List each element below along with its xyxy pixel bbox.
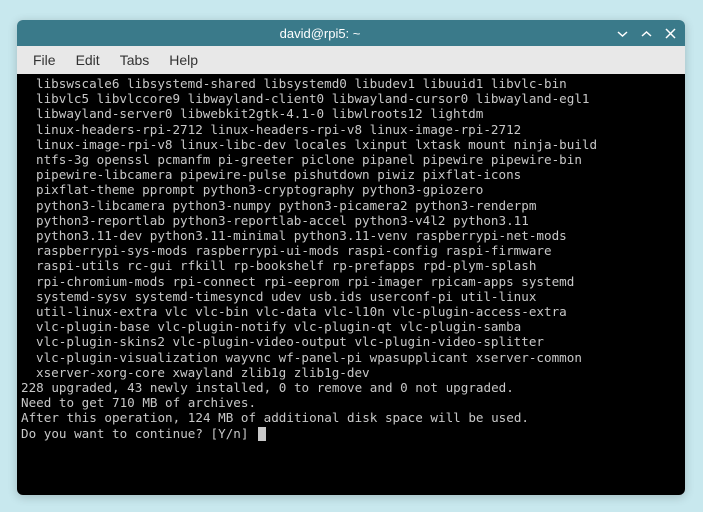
- window-controls: [615, 26, 677, 40]
- prompt-line: Do you want to continue? [Y/n]: [21, 426, 256, 441]
- disk-line: After this operation, 124 MB of addition…: [21, 410, 529, 425]
- package-line: linux-image-rpi-v8 linux-libc-dev locale…: [36, 137, 681, 152]
- download-line: Need to get 710 MB of archives.: [21, 395, 256, 410]
- package-line: linux-headers-rpi-2712 linux-headers-rpi…: [36, 122, 681, 137]
- summary-line: 228 upgraded, 43 newly installed, 0 to r…: [21, 380, 514, 395]
- package-line: python3.11-dev python3.11-minimal python…: [36, 228, 681, 243]
- package-line: ntfs-3g openssl pcmanfm pi-greeter piclo…: [36, 152, 681, 167]
- package-line: systemd-sysv systemd-timesyncd udev usb.…: [36, 289, 681, 304]
- maximize-icon[interactable]: [639, 26, 653, 40]
- package-line: xserver-xorg-core xwayland zlib1g zlib1g…: [36, 365, 681, 380]
- menu-file[interactable]: File: [25, 49, 64, 71]
- terminal-output[interactable]: libswscale6 libsystemd-shared libsystemd…: [17, 74, 685, 495]
- menubar: File Edit Tabs Help: [17, 46, 685, 74]
- terminal-window: david@rpi5: ~ File Edit Tabs Help libsws…: [17, 20, 685, 495]
- package-line: pixflat-theme pprompt python3-cryptograp…: [36, 182, 681, 197]
- package-line: libwayland-server0 libwebkit2gtk-4.1-0 l…: [36, 106, 681, 121]
- titlebar: david@rpi5: ~: [17, 20, 685, 46]
- package-line: libvlc5 libvlccore9 libwayland-client0 l…: [36, 91, 681, 106]
- minimize-icon[interactable]: [615, 26, 629, 40]
- package-line: libswscale6 libsystemd-shared libsystemd…: [36, 76, 681, 91]
- package-line: vlc-plugin-skins2 vlc-plugin-video-outpu…: [36, 334, 681, 349]
- package-line: pipewire-libcamera pipewire-pulse pishut…: [36, 167, 681, 182]
- package-line: rpi-chromium-mods rpi-connect rpi-eeprom…: [36, 274, 681, 289]
- window-title: david@rpi5: ~: [25, 26, 615, 41]
- package-line: raspberrypi-sys-mods raspberrypi-ui-mods…: [36, 243, 681, 258]
- menu-edit[interactable]: Edit: [68, 49, 108, 71]
- package-line: util-linux-extra vlc vlc-bin vlc-data vl…: [36, 304, 681, 319]
- close-icon[interactable]: [663, 26, 677, 40]
- menu-tabs[interactable]: Tabs: [112, 49, 158, 71]
- package-line: vlc-plugin-visualization wayvnc wf-panel…: [36, 350, 681, 365]
- cursor-icon: [258, 427, 266, 441]
- package-line: raspi-utils rc-gui rfkill rp-bookshelf r…: [36, 258, 681, 273]
- package-line: python3-libcamera python3-numpy python3-…: [36, 198, 681, 213]
- package-line: python3-reportlab python3-reportlab-acce…: [36, 213, 681, 228]
- package-line: vlc-plugin-base vlc-plugin-notify vlc-pl…: [36, 319, 681, 334]
- menu-help[interactable]: Help: [161, 49, 206, 71]
